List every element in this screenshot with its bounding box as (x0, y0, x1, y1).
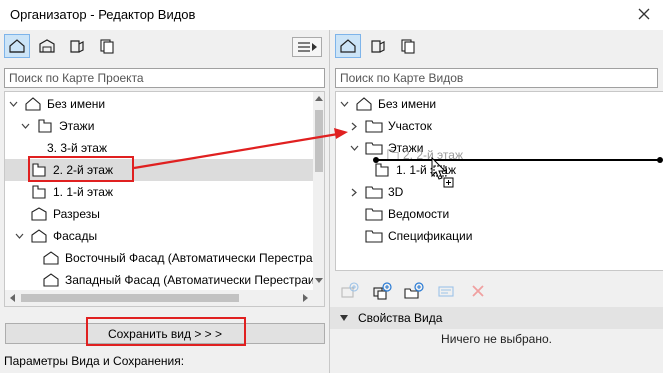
drag-arrow (133, 128, 348, 170)
